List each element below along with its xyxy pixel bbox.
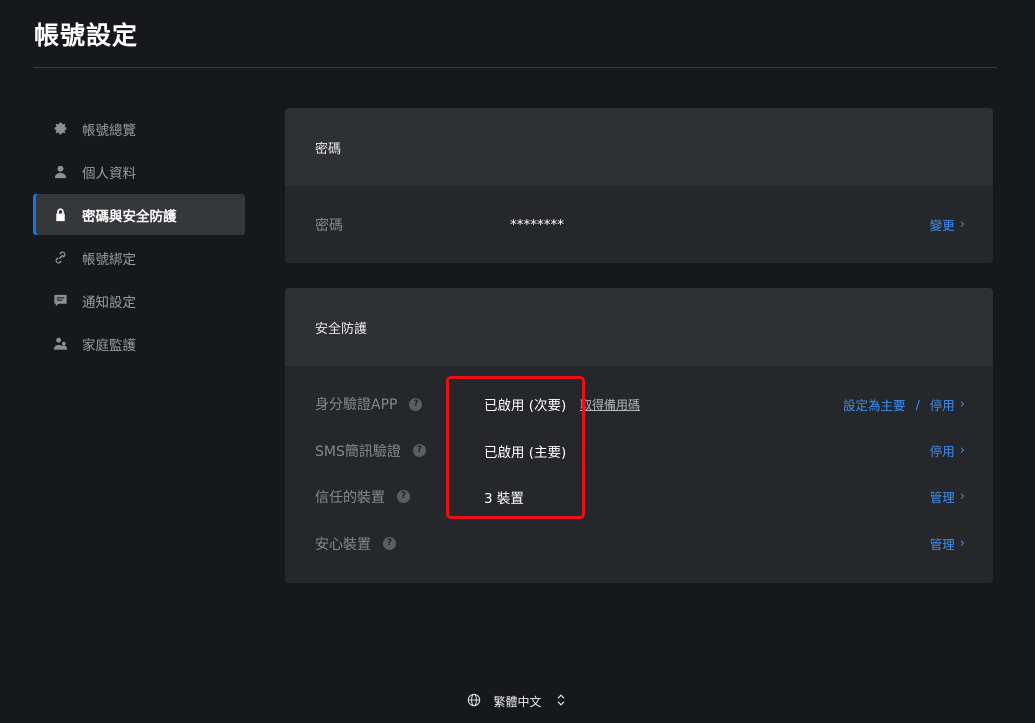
language-label: 繁體中文 — [493, 695, 542, 709]
link-icon — [52, 250, 68, 266]
authenticator-app-label: 身分驗證APP — [315, 397, 398, 413]
help-icon[interactable]: ? — [409, 397, 423, 411]
sidebar-item-label: 通知設定 — [82, 294, 136, 311]
secure-device-label: 安心裝置 — [315, 536, 371, 553]
manage-trusted-devices-label: 管理 — [929, 490, 955, 505]
sidebar-item-label: 密碼與安全防護 — [82, 208, 177, 225]
security-card: 安全防護 身分驗證APP ? 已啟用 (次要) 取得備用碼 設定為主要 / 停用… — [285, 288, 993, 583]
password-card-header: 密碼 — [285, 108, 993, 186]
title-divider — [33, 67, 997, 68]
chevron-up-down-icon — [554, 693, 568, 710]
help-icon[interactable]: ? — [412, 444, 426, 457]
manage-secure-device-button[interactable]: 管理 › — [930, 534, 965, 553]
manage-secure-device-label: 管理 — [929, 537, 955, 552]
message-icon — [52, 293, 68, 309]
trusted-devices-label: 信任的裝置 — [315, 489, 385, 506]
security-card-header: 安全防護 — [285, 288, 993, 366]
password-row: 密碼 ******** 變更 › — [285, 186, 993, 263]
help-icon[interactable]: ? — [397, 490, 410, 503]
sidebar: 帳號總覽 個人資料 密碼與安全防護 帳號綁定 通知設定 家庭監護 — [33, 108, 245, 366]
sidebar-item-label: 家庭監護 — [82, 337, 136, 354]
trusted-devices-count: 3 裝置 — [484, 490, 524, 507]
disable-sms-button[interactable]: 停用 › — [930, 441, 965, 460]
sidebar-item-label: 帳號綁定 — [82, 251, 136, 268]
disable-authenticator-button[interactable]: 停用 — [930, 395, 955, 414]
chevron-right-icon: › — [959, 217, 965, 232]
lock-icon — [52, 207, 68, 223]
chevron-right-icon: › — [959, 396, 965, 412]
globe-icon — [467, 693, 481, 710]
password-value: ******** — [510, 216, 564, 233]
sidebar-item-label: 帳號總覽 — [82, 122, 136, 139]
person-icon — [52, 164, 68, 180]
help-icon[interactable]: ? — [383, 537, 396, 550]
sidebar-item-profile[interactable]: 個人資料 — [33, 151, 245, 192]
language-selector[interactable]: 繁體中文 — [0, 693, 1035, 710]
change-password-label: 變更 — [929, 218, 955, 233]
get-backup-codes-link[interactable]: 取得備用碼 — [580, 396, 640, 413]
sms-verification-row: SMS簡訊驗證 ? 已啟用 (主要) 停用 › — [285, 427, 993, 474]
authenticator-app-status: 已啟用 (次要) — [484, 398, 567, 414]
chevron-right-icon: › — [959, 489, 965, 504]
page-title: 帳號設定 — [34, 21, 139, 50]
family-icon — [52, 336, 68, 352]
sidebar-item-account-binding[interactable]: 帳號綁定 — [33, 237, 245, 278]
chevron-right-icon: › — [959, 443, 965, 458]
password-card: 密碼 密碼 ******** 變更 › — [285, 108, 993, 263]
gear-icon — [52, 121, 68, 137]
sidebar-item-label: 個人資料 — [82, 165, 136, 182]
sms-verification-status: 已啟用 (主要) — [484, 444, 567, 461]
sidebar-item-security[interactable]: 密碼與安全防護 — [33, 194, 245, 235]
change-password-button[interactable]: 變更 › — [930, 215, 965, 234]
secure-device-row: 安心裝置 ? 管理 › — [285, 520, 993, 567]
password-label: 密碼 — [315, 217, 343, 234]
sms-verification-label: SMS簡訊驗證 — [315, 443, 401, 460]
disable-sms-label: 停用 — [929, 444, 955, 459]
manage-trusted-devices-button[interactable]: 管理 › — [930, 487, 965, 506]
set-as-primary-button[interactable]: 設定為主要 — [843, 395, 906, 414]
chevron-right-icon: › — [959, 536, 965, 551]
sidebar-item-family[interactable]: 家庭監護 — [33, 323, 245, 364]
sidebar-item-notifications[interactable]: 通知設定 — [33, 280, 245, 321]
sidebar-item-overview[interactable]: 帳號總覽 — [33, 108, 245, 149]
trusted-devices-row: 信任的裝置 ? 3 裝置 管理 › — [285, 473, 993, 520]
separator: / — [915, 396, 920, 412]
